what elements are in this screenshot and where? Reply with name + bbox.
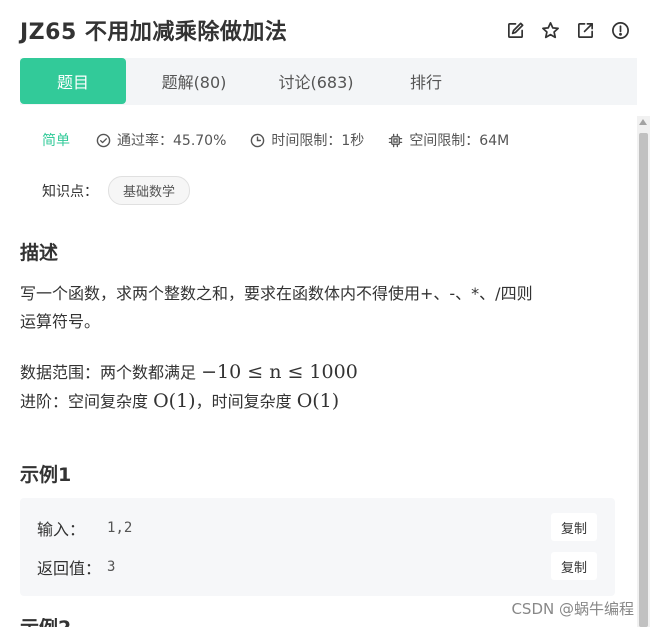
tab-discussion[interactable]: 讨论(683)	[262, 58, 370, 104]
header-actions	[505, 20, 630, 40]
time-complexity-math: O(1)	[296, 390, 340, 412]
example1-title: 示例1	[20, 464, 72, 486]
knowledge-tag[interactable]: 基础数学	[108, 176, 191, 205]
advanced-requirement: 进阶：空间复杂度 O(1)，时间复杂度 O(1)	[20, 387, 620, 416]
description-line-2: 运算符号。	[20, 312, 101, 331]
pass-rate: 通过率：45.70%	[96, 130, 226, 150]
knowledge-points: 知识点： 基础数学	[42, 176, 191, 205]
tab-problem[interactable]: 题目	[20, 58, 126, 104]
knowledge-label: 知识点：	[42, 183, 98, 200]
info-icon[interactable]	[610, 20, 630, 40]
scroll-up-arrow-icon[interactable]	[639, 119, 647, 125]
example2-title: 示例2	[20, 618, 71, 627]
problem-header: JZ65 不用加减乘除做加法	[0, 0, 650, 60]
problem-meta: 简单 通过率：45.70% 时间限制：1秒 空间限制：64M	[42, 130, 533, 150]
data-range-math: −10 ≤ n ≤ 1000	[201, 361, 358, 383]
problem-title: JZ65 不用加减乘除做加法	[20, 20, 288, 45]
edit-icon[interactable]	[505, 20, 525, 40]
data-range: 数据范围：两个数都满足 −10 ≤ n ≤ 1000	[20, 358, 620, 387]
tab-ranking[interactable]: 排行	[370, 58, 482, 104]
input-label: 输入：	[37, 520, 86, 539]
advanced-mid-text: ，时间复杂度	[195, 392, 297, 411]
example1-input-row: 输入： 1,2	[37, 516, 132, 540]
advanced-label: 进阶：空间复杂度	[20, 392, 154, 411]
time-limit-text: 时间限制：1秒	[271, 133, 365, 149]
difficulty-badge: 简单	[42, 133, 70, 149]
space-limit-text: 空间限制：64M	[409, 133, 510, 149]
chip-icon	[389, 133, 403, 147]
output-value: 3	[107, 559, 116, 575]
time-limit: 时间限制：1秒	[250, 130, 364, 150]
description-title: 描述	[20, 242, 59, 264]
output-label: 返回值：	[37, 559, 102, 578]
star-icon[interactable]	[540, 20, 560, 40]
input-value: 1,2	[107, 520, 133, 536]
description-body: 写一个函数，求两个整数之和，要求在函数体内不得使用+、-、*、/四则 运算符号。…	[20, 280, 620, 416]
example1-box: 输入： 1,2 复制 返回值： 3 复制	[20, 498, 615, 596]
description-line-1: 写一个函数，求两个整数之和，要求在函数体内不得使用+、-、*、/四则	[20, 284, 533, 303]
check-circle-icon	[96, 133, 111, 147]
tab-solutions[interactable]: 题解(80)	[126, 58, 262, 104]
copy-input-button[interactable]: 复制	[551, 513, 597, 541]
space-complexity-math: O(1)	[153, 390, 196, 412]
problem-tabs: 题目 题解(80) 讨论(683) 排行	[20, 58, 637, 105]
data-range-label: 数据范围：两个数都满足	[20, 363, 202, 382]
clock-icon	[251, 133, 265, 147]
scrollbar-thumb[interactable]	[639, 133, 648, 627]
external-link-icon[interactable]	[575, 20, 595, 40]
example1-output-row: 返回值： 3	[37, 555, 115, 579]
watermark: CSDN @蜗牛编程	[511, 600, 634, 618]
pass-rate-text: 通过率：45.70%	[117, 133, 227, 149]
copy-output-button[interactable]: 复制	[551, 552, 597, 580]
space-limit: 空间限制：64M	[388, 130, 509, 150]
